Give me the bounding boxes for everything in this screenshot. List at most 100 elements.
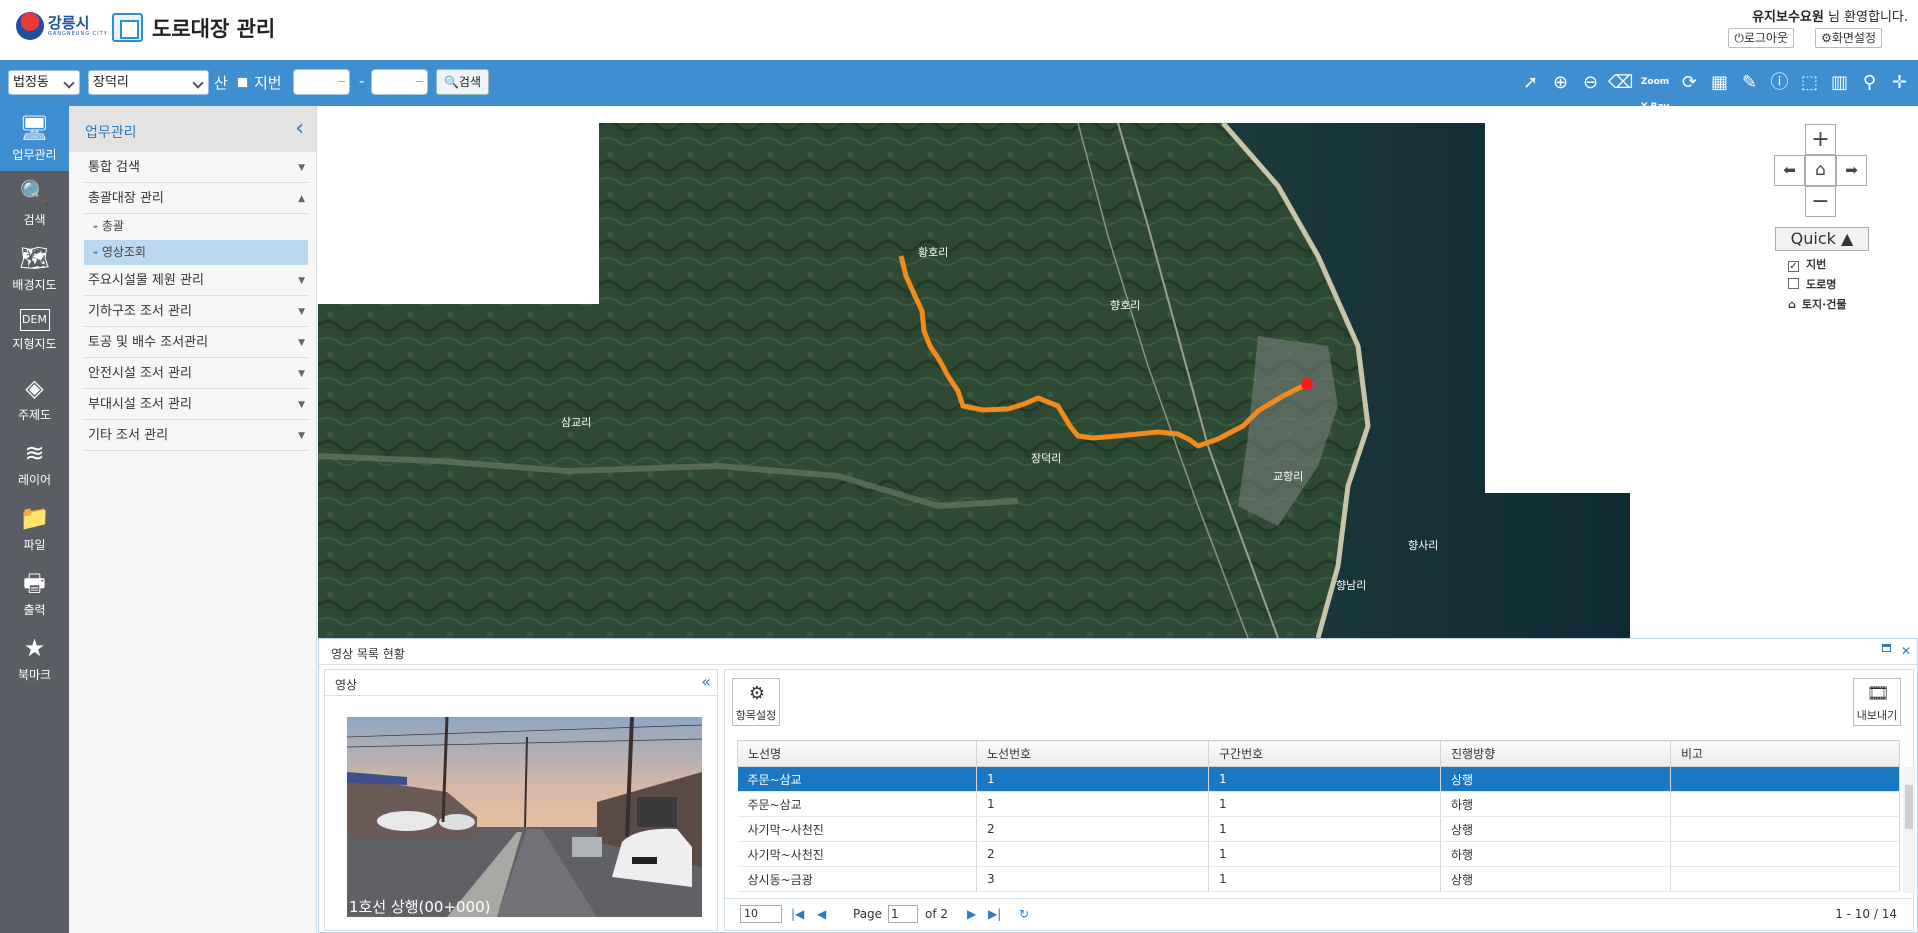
layout-icon[interactable]: ▥ [1827, 70, 1852, 95]
satellite-map[interactable]: 황호리 주문리 삼교리 장덕리 교항리 향호리 향사리 향남리 [318, 106, 1918, 638]
nav-search[interactable]: 🔍 검색 [0, 171, 69, 236]
table-row[interactable]: 주문~삼교 1 1 하행 [737, 791, 1900, 817]
nav-file[interactable]: 📁 파일 [0, 496, 69, 561]
menu-item-geometry[interactable]: 기하구조 조서 관리 ▼ [84, 297, 308, 327]
close-icon[interactable]: ✕ [1901, 644, 1911, 658]
menu-item-other[interactable]: 기타 조서 관리 ▼ [84, 421, 308, 451]
san-checkbox[interactable] [237, 77, 248, 88]
thematic-icon: ◈ [25, 374, 44, 402]
page-total: of 2 [925, 907, 949, 921]
video-table: 노선명 노선번호 구간번호 진행방향 비고 주문~삼교 1 1 상행 주문~삼교 1 1 하… [737, 740, 1900, 892]
work-icon: 🖥 [19, 114, 50, 142]
column-header[interactable]: 노선번호 [976, 740, 1209, 767]
work-menu: 업무관리 ‹ 통합 검색 ▼ 총괄대장 관리 ▲ - 총괄 - 영상조회 주요시설물… [69, 106, 317, 933]
pager: 10 |◀ ◀ Page 1 of 2 ▶ ▶| ↻ 1 - 10 / 14 [725, 898, 1913, 930]
column-header[interactable]: 진행방향 [1440, 740, 1671, 767]
menu-item-facility-specs[interactable]: 주요시설물 제원 관리 ▼ [84, 266, 308, 296]
nav-terrain[interactable]: DEM 지형지도 [0, 301, 69, 366]
nav-basemap[interactable]: 🗺 배경지도 [0, 236, 69, 301]
zoom-out-button[interactable]: − [1805, 186, 1836, 217]
map-view[interactable]: 황호리 주문리 삼교리 장덕리 교항리 향호리 향사리 향남리 [318, 106, 1918, 638]
menu-item-earthwork-drainage[interactable]: 토공 및 배수 조서관리 ▼ [84, 328, 308, 358]
zoom-in-icon[interactable]: ⊕ [1548, 70, 1573, 95]
dong-select[interactable]: 법정동 [8, 70, 80, 95]
app-icon [112, 13, 143, 42]
submenu-item-summary[interactable]: - 총괄 [84, 214, 308, 239]
select-arrow-icon[interactable]: ➚ [1518, 70, 1543, 95]
nav-thematic[interactable]: ◈ 주제도 [0, 366, 69, 431]
page-input[interactable]: 1 [888, 905, 918, 923]
zoom-out-icon[interactable]: ⊖ [1578, 70, 1603, 95]
export-button[interactable]: 🎞 내보내기 [1853, 678, 1901, 726]
place-label: 향사리 [1408, 539, 1438, 552]
nav-layers[interactable]: ≋ 레이어 [0, 431, 69, 496]
select-area-icon[interactable]: ⬚ [1797, 70, 1822, 95]
road-video-frame[interactable]: 1호선 상행(00+000) [347, 717, 702, 917]
column-settings-button[interactable]: ⚙ 항목설정 [732, 678, 780, 726]
table-scrollbar[interactable] [1903, 767, 1915, 893]
city-logo[interactable]: 강릉시 GANGNEUNG CITY [16, 12, 108, 40]
next-page-icon[interactable]: ▶ [967, 907, 976, 921]
eraser-icon[interactable]: ⌫ [1608, 70, 1633, 95]
pan-zoom-in-button[interactable]: + [1805, 124, 1836, 155]
column-header[interactable]: 구간번호 [1208, 740, 1441, 767]
table-row[interactable]: 사기막~사천진 2 1 상행 [737, 816, 1900, 842]
screen-settings-button[interactable]: ⚙화면설정 [1815, 28, 1882, 48]
pen-icon[interactable]: ✎ [1737, 70, 1762, 95]
nav-work-management[interactable]: 🖥 업무관리 [0, 106, 69, 171]
chevron-down-icon: ▼ [298, 369, 305, 379]
chevron-down-icon: ▼ [298, 338, 305, 348]
submenu-item-video-view[interactable]: - 영상조회 [84, 240, 308, 265]
column-header[interactable]: 노선명 [737, 740, 977, 767]
jibun-sub-input[interactable] [371, 69, 428, 95]
left-nav: 🖥 업무관리 🔍 검색 🗺 배경지도 DEM 지형지도 ◈ 주제도 ≋ 레이어 … [0, 106, 69, 933]
route-marker[interactable] [1301, 378, 1313, 390]
menu-item-auxiliary-facility[interactable]: 부대시설 조서 관리 ▼ [84, 390, 308, 420]
ruler-icon[interactable]: ▦ [1707, 70, 1732, 95]
location-pin-icon[interactable]: ⚲ [1857, 70, 1882, 95]
double-chevron-left-icon[interactable]: « [701, 672, 711, 691]
basemap-icon: 🗺 [19, 244, 50, 272]
prev-page-icon[interactable]: ◀ [817, 907, 826, 921]
home-button[interactable]: ⌂ [1805, 155, 1836, 186]
jibun-main-input[interactable] [293, 69, 350, 95]
quick-option-road-name[interactable]: 도로명 [1788, 276, 1836, 292]
nav-bookmark[interactable]: ★ 북마크 [0, 626, 69, 691]
table-row[interactable]: 상시동~금광 3 1 상행 [737, 866, 1900, 892]
table-row[interactable]: 사기막~사천진 2 1 하행 [737, 841, 1900, 867]
zoom-xray-icon[interactable]: Zoom X-Ray [1638, 70, 1672, 112]
chevron-down-icon: ▼ [298, 400, 305, 410]
first-page-icon[interactable]: |◀ [791, 907, 804, 921]
logout-button[interactable]: ⏻로그아웃 [1728, 28, 1794, 48]
quick-option-jibun[interactable]: ✓ 지번 [1788, 256, 1826, 272]
pan-right-button[interactable]: ➡ [1836, 155, 1867, 186]
pan-left-button[interactable]: ⬅ [1774, 155, 1805, 186]
jibun-search-button[interactable]: 🔍검색 [436, 69, 489, 95]
last-page-icon[interactable]: ▶| [988, 907, 1001, 921]
reload-icon[interactable]: ↻ [1019, 907, 1029, 921]
user-name: 유지보수요원 [1752, 10, 1824, 25]
place-label: 주문리 [1493, 261, 1523, 274]
menu-item-safety-facility[interactable]: 안전시설 조서 관리 ▼ [84, 359, 308, 389]
refresh-icon[interactable]: ⟳ [1677, 70, 1702, 95]
info-icon[interactable]: ⓘ [1767, 70, 1792, 95]
nav-print[interactable]: 🖶 출력 [0, 561, 69, 626]
ri-select[interactable]: 장덕리 [88, 70, 209, 95]
menu-item-integrated-search[interactable]: 통합 검색 ▼ [84, 153, 308, 183]
page-size-select[interactable]: 10 [740, 905, 782, 923]
gear-icon: ⚙ [1821, 31, 1832, 45]
chevron-left-icon[interactable]: ‹ [295, 116, 304, 141]
page-label: Page [853, 907, 883, 921]
table-row[interactable]: 주문~삼교 1 1 상행 [737, 766, 1900, 792]
video-grid-pane: ⚙ 항목설정 🎞 내보내기 노선명 노선번호 구간번호 진행방향 비고 주문~삼… [724, 669, 1915, 931]
maximize-icon[interactable] [1882, 644, 1891, 652]
app-title: 도로대장 관리 [152, 17, 276, 41]
crosshair-icon[interactable]: ✛ [1887, 70, 1912, 95]
column-header[interactable]: 비고 [1670, 740, 1900, 767]
home-icon: ⌂ [1815, 160, 1826, 180]
chevron-up-icon: ▲ [298, 194, 305, 204]
menu-item-summary-ledger[interactable]: 총괄대장 관리 ▲ [84, 184, 308, 214]
quick-option-land-building[interactable]: ⌂ 토지·건물 [1788, 296, 1847, 312]
san-label: 산 [214, 74, 228, 92]
quick-toggle[interactable]: Quick ▲ [1775, 227, 1869, 251]
